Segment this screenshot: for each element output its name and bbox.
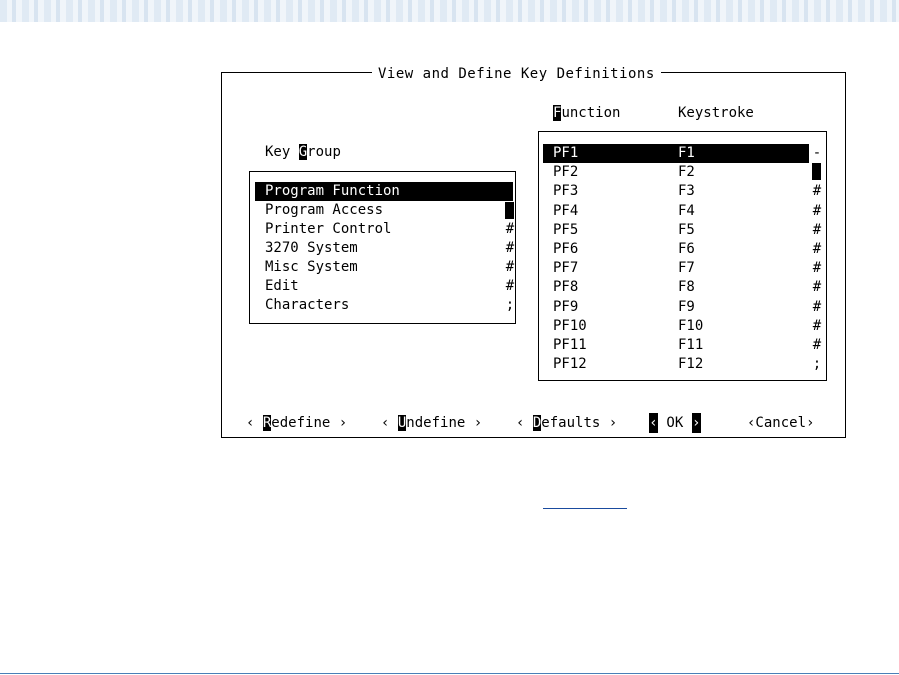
keystroke-value: F4 [678, 202, 695, 219]
function-name: PF8 [553, 279, 579, 296]
status-underline [543, 508, 627, 509]
key-group-item[interactable]: Misc System [265, 258, 503, 277]
function-row[interactable]: PF11 F11 [543, 336, 809, 355]
keystroke-column-header: Keystroke [678, 105, 754, 121]
keystroke-value: F8 [678, 279, 695, 296]
function-scroll-mark[interactable]: # [812, 259, 822, 278]
function-scroll-mark[interactable]: ; [812, 355, 822, 374]
function-scroll-mark[interactable]: - [812, 144, 822, 163]
function-name: PF9 [553, 298, 579, 315]
function-name: PF7 [553, 260, 579, 277]
function-row[interactable]: PF8 F8 [543, 278, 809, 297]
keystroke-value: F1 [678, 145, 695, 161]
key-group-scroll-mark[interactable]: # [505, 277, 515, 296]
keystroke-value: F2 [678, 164, 695, 181]
dialog-title: View and Define Key Definitions [372, 66, 661, 82]
keystroke-value: F11 [678, 337, 704, 353]
function-row[interactable]: PF5 F5 [543, 221, 809, 240]
function-name: PF12 [553, 356, 587, 373]
keystroke-value: F9 [678, 298, 695, 315]
function-row[interactable]: PF1 F1 [543, 144, 809, 163]
bottom-divider [0, 673, 899, 674]
key-group-scroll-mark[interactable]: - [505, 182, 515, 201]
key-group-item[interactable]: 3270 System [265, 239, 503, 258]
function-row[interactable]: PF9 F9 [543, 298, 809, 317]
function-scroll-thumb[interactable] [812, 163, 821, 180]
key-group-scroll-mark[interactable]: # [505, 239, 515, 258]
function-scroll-mark[interactable]: # [812, 336, 822, 355]
function-row[interactable]: PF12 F12 [543, 355, 809, 374]
defaults-button[interactable]: ‹ Defaults › [516, 413, 617, 433]
function-row[interactable]: PF2 F2 [543, 163, 809, 182]
key-group-hotkey: G [298, 144, 308, 160]
key-group-item[interactable]: Program Function [255, 182, 513, 201]
key-group-scroll-mark[interactable]: ; [505, 296, 515, 315]
key-group-item[interactable]: Edit [265, 277, 503, 296]
ok-button[interactable]: ‹ OK › [649, 413, 701, 433]
function-name: PF5 [553, 221, 579, 238]
keystroke-value: F3 [678, 183, 695, 200]
function-column-header: Function [553, 105, 621, 121]
keystroke-value: F7 [678, 260, 695, 277]
function-scroll-mark[interactable]: # [812, 278, 822, 297]
undefine-button[interactable]: ‹ Undefine › [381, 413, 482, 433]
function-row[interactable]: PF3 F3 [543, 182, 809, 201]
keystroke-value: F5 [678, 221, 695, 238]
function-scroll-mark[interactable]: # [812, 298, 822, 317]
key-group-scroll-thumb[interactable] [505, 202, 514, 219]
function-name: PF2 [553, 164, 579, 181]
top-decorative-band [0, 0, 899, 22]
keystroke-value: F12 [678, 356, 704, 373]
function-row[interactable]: PF10 F10 [543, 317, 809, 336]
key-group-label: Key Group [265, 144, 341, 160]
function-row[interactable]: PF7 F7 [543, 259, 809, 278]
function-scroll-mark[interactable]: # [812, 182, 822, 201]
key-group-item[interactable]: Printer Control [265, 220, 503, 239]
redefine-button[interactable]: ‹ Redefine › [246, 413, 347, 433]
function-name: PF11 [553, 337, 587, 353]
function-name: PF1 [553, 145, 579, 161]
function-scroll-mark[interactable]: # [812, 202, 822, 221]
key-group-scroll-mark[interactable]: # [505, 220, 515, 239]
key-group-item[interactable]: Characters [265, 296, 503, 315]
function-scroll-mark[interactable]: # [812, 221, 822, 240]
function-scroll-mark[interactable]: # [812, 317, 822, 336]
key-group-item[interactable]: Program Access [265, 201, 503, 220]
key-group-scroll-mark[interactable]: # [505, 258, 515, 277]
function-name: PF3 [553, 183, 579, 200]
function-name: PF6 [553, 241, 579, 257]
cancel-button[interactable]: ‹Cancel› [747, 413, 814, 433]
keystroke-value: F10 [678, 317, 704, 334]
keystroke-value: F6 [678, 241, 695, 257]
function-row[interactable]: PF4 F4 [543, 202, 809, 221]
function-scroll-mark[interactable]: # [812, 240, 822, 259]
function-name: PF4 [553, 202, 579, 219]
function-row[interactable]: PF6 F6 [543, 240, 809, 259]
function-name: PF10 [553, 317, 587, 334]
